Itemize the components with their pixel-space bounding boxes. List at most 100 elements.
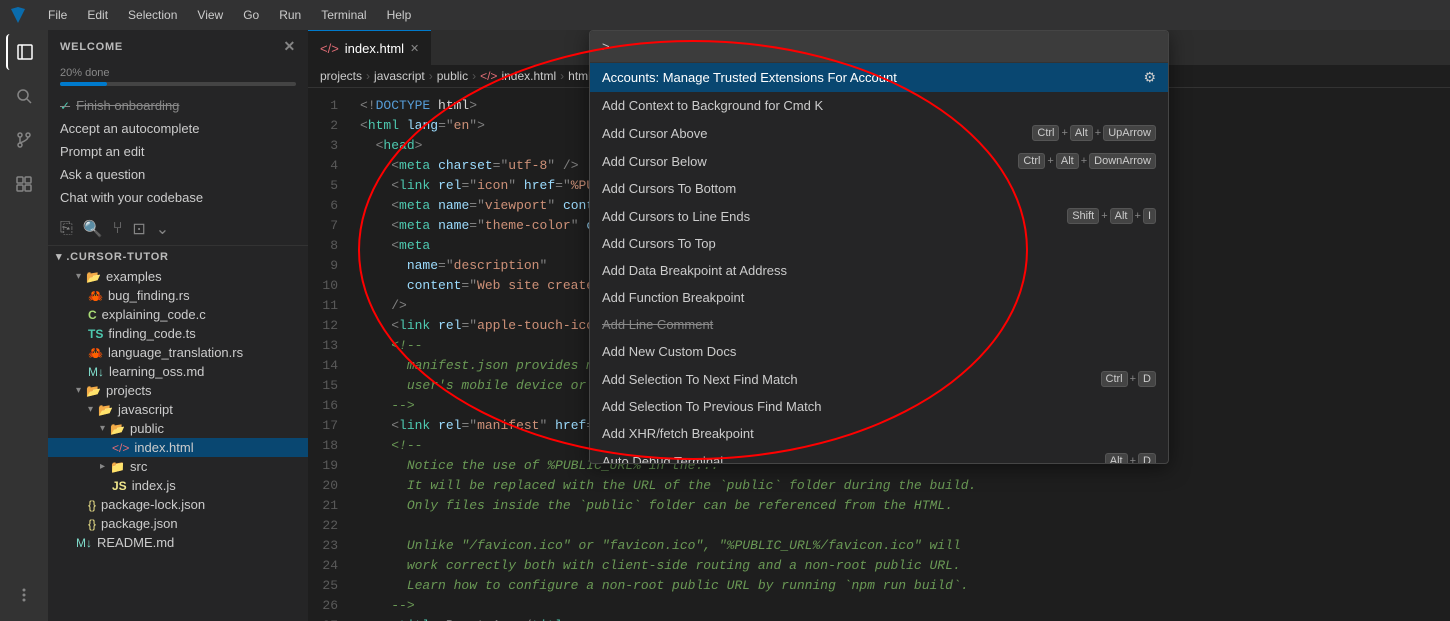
command-item-add-selection-prev[interactable]: Add Selection To Previous Find Match [590,393,1168,420]
keybind-add-cursor-above: Ctrl+Alt+UpArrow [1032,125,1156,141]
command-input[interactable] [602,39,1156,54]
tree-item-public[interactable]: ▾ 📂 public [48,419,308,438]
menu-help[interactable]: Help [379,6,420,24]
check-icon: ✓ [60,99,70,113]
chevron-down-icon: ▾ [56,250,62,263]
tree-item-language-translation[interactable]: 🦀 language_translation.rs [48,343,308,362]
tree-item-readme[interactable]: M↓ README.md [48,533,308,552]
tree-item-finding-code[interactable]: TS finding_code.ts [48,324,308,343]
activity-explorer[interactable] [6,34,42,70]
menu-terminal[interactable]: Terminal [313,6,374,24]
tree-item-src[interactable]: ▸ 📁 src [48,457,308,476]
search-files-icon[interactable]: 🔍 [83,219,103,239]
command-item-add-function-breakpoint[interactable]: Add Function Breakpoint [590,284,1168,311]
folder-icon: 📁 [110,460,125,474]
command-item-add-xhr-breakpoint[interactable]: Add XHR/fetch Breakpoint [590,420,1168,447]
js-file-icon: JS [112,479,127,493]
command-item-add-new-custom-docs[interactable]: Add New Custom Docs [590,338,1168,365]
gear-icon[interactable]: ⚙ [1143,69,1156,86]
tree-item-package-lock[interactable]: {} package-lock.json [48,495,308,514]
command-item-add-cursors-bottom[interactable]: Add Cursors To Bottom [590,175,1168,202]
menu-file[interactable]: File [40,6,75,24]
activity-search[interactable] [6,78,42,114]
tree-item-examples[interactable]: ▾ 📂 examples [48,267,308,286]
progress-bar-bg [60,82,296,86]
source-control-icon[interactable]: ⑂ [113,220,123,238]
sidebar: WELCOME ✕ 20% done ✓ Finish onboarding A… [48,30,308,621]
activity-extensions[interactable] [6,166,42,202]
tree-item-learning-oss[interactable]: M↓ learning_oss.md [48,362,308,381]
command-item-accounts-manage[interactable]: Accounts: Manage Trusted Extensions For … [590,63,1168,92]
command-item-add-cursors-top[interactable]: Add Cursors To Top [590,230,1168,257]
command-item-add-cursors-line-ends[interactable]: Add Cursors to Line Ends Shift+Alt+I [590,202,1168,230]
menu-selection[interactable]: Selection [120,6,185,24]
new-file-icon[interactable]: ⎘ [60,220,73,238]
tree-item-explaining-code[interactable]: C explaining_code.c [48,305,308,324]
menu-view[interactable]: View [189,6,231,24]
command-item-left: Accounts: Manage Trusted Extensions For … [602,70,897,85]
tree-item-package-json[interactable]: {} package.json [48,514,308,533]
command-item-add-selection-next[interactable]: Add Selection To Next Find Match Ctrl+D [590,365,1168,393]
keybind-auto-debug-terminal: Alt+D [1105,453,1156,463]
tree-item-index-html[interactable]: </> index.html [48,438,308,457]
json-file-icon: {} [88,498,96,512]
file-tree: ▾ .CURSOR-TUTOR ▾ 📂 examples 🦀 bug_findi… [48,246,308,621]
sidebar-item-prompt-edit[interactable]: Prompt an edit [48,140,308,163]
new-folder-icon[interactable]: ⊡ [132,219,145,239]
command-item-add-line-comment[interactable]: Add Line Comment [590,311,1168,338]
sidebar-item-finish-onboarding[interactable]: ✓ Finish onboarding [48,94,308,117]
menu-bar: File Edit Selection View Go Run Terminal… [0,0,1450,30]
tree-root-header[interactable]: ▾ .CURSOR-TUTOR [48,246,308,267]
keybind-add-cursors-line-ends: Shift+Alt+I [1067,208,1156,224]
chevron-down-icon: ▾ [76,271,81,282]
chevron-down-icon4: ▾ [100,423,105,434]
tree-item-bug-finding[interactable]: 🦀 bug_finding.rs [48,286,308,305]
tree-item-index-js[interactable]: JS index.js [48,476,308,495]
html-file-icon: </> [112,441,129,455]
activity-bar [0,30,48,621]
sidebar-item-chat-codebase[interactable]: Chat with your codebase [48,186,308,209]
sidebar-close-button[interactable]: ✕ [283,38,296,55]
folder-open-icon4: 📂 [110,422,125,436]
folder-open-icon2: 📂 [86,384,101,398]
c-file-icon: C [88,308,97,322]
command-overlay: Accounts: Manage Trusted Extensions For … [308,30,1450,621]
app-logo [8,5,28,25]
rust-file-icon2: 🦀 [88,346,103,360]
command-input-row [590,31,1168,63]
command-item-add-context-bg[interactable]: Add Context to Background for Cmd K [590,92,1168,119]
welcome-panel: 20% done ✓ Finish onboarding Accept an a… [48,59,308,213]
sidebar-item-ask-question[interactable]: Ask a question [48,163,308,186]
tree-item-javascript[interactable]: ▾ 📂 javascript [48,400,308,419]
main-layout: WELCOME ✕ 20% done ✓ Finish onboarding A… [0,30,1450,621]
command-item-add-cursor-above[interactable]: Add Cursor Above Ctrl+Alt+UpArrow [590,119,1168,147]
collapse-all-icon[interactable]: ⌄ [156,219,169,239]
activity-more[interactable] [6,577,42,613]
rust-file-icon: 🦀 [88,289,103,303]
sidebar-item-accept-autocomplete[interactable]: Accept an autocomplete [48,117,308,140]
json-file-icon2: {} [88,517,96,531]
command-palette: Accounts: Manage Trusted Extensions For … [589,30,1169,464]
command-item-add-data-breakpoint[interactable]: Add Data Breakpoint at Address [590,257,1168,284]
menu-go[interactable]: Go [235,6,267,24]
md-file-icon2: M↓ [76,536,92,550]
menu-run[interactable]: Run [271,6,309,24]
progress-container: 20% done [48,63,308,94]
command-list: Accounts: Manage Trusted Extensions For … [590,63,1168,463]
menu-edit[interactable]: Edit [79,6,116,24]
progress-text: 20% done [60,67,296,79]
ts-file-icon: TS [88,327,103,341]
tree-item-projects[interactable]: ▾ 📂 projects [48,381,308,400]
keybind-add-selection-next: Ctrl+D [1101,371,1157,387]
chevron-right-icon: ▸ [100,461,105,472]
folder-open-icon3: 📂 [98,403,113,417]
md-file-icon: M↓ [88,365,104,379]
sidebar-toolbar: ⎘ 🔍 ⑂ ⊡ ⌄ [48,213,308,246]
editor-area: </> index.html ✕ projects › javascript ›… [308,30,1450,621]
activity-source-control[interactable] [6,122,42,158]
chevron-down-icon3: ▾ [88,404,93,415]
command-item-add-cursor-below[interactable]: Add Cursor Below Ctrl+Alt+DownArrow [590,147,1168,175]
chevron-down-icon2: ▾ [76,385,81,396]
progress-bar-fill [60,82,107,86]
command-item-auto-debug-terminal[interactable]: Auto Debug Terminal Alt+D [590,447,1168,463]
